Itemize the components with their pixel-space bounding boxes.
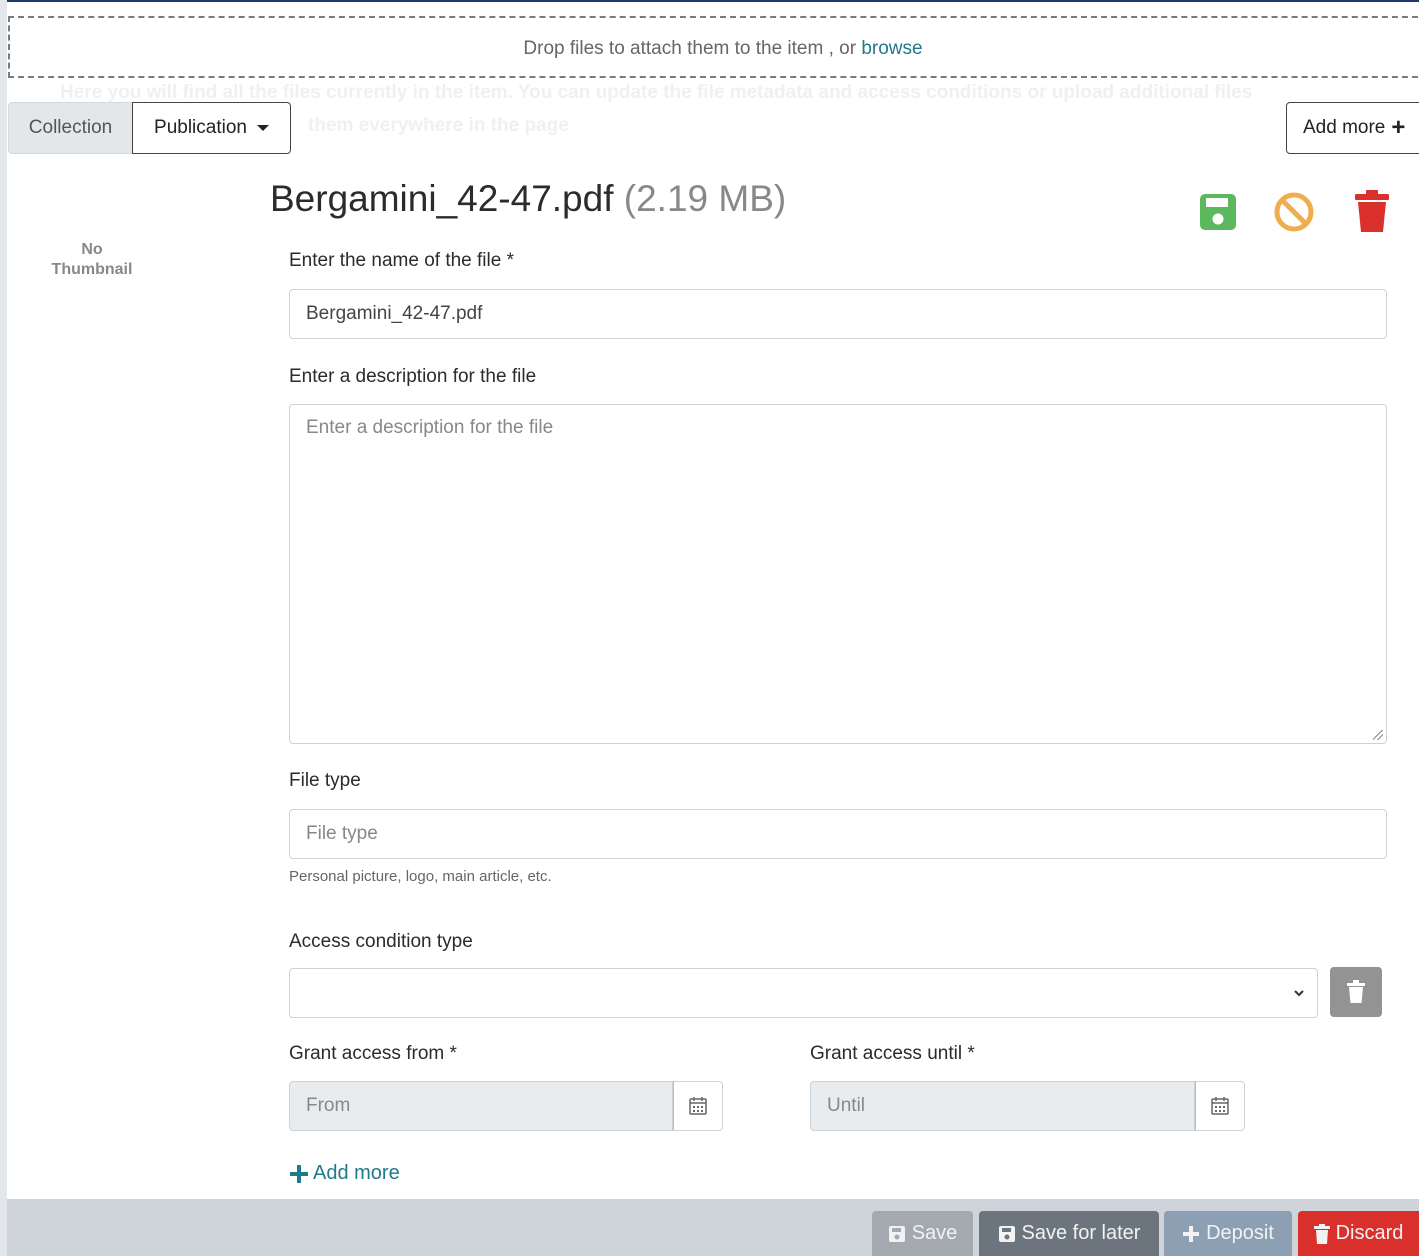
- trash-icon: [1355, 190, 1389, 232]
- add-more-access-link[interactable]: Add more: [289, 1162, 400, 1185]
- add-more-button[interactable]: Add more +: [1286, 102, 1419, 154]
- thumbnail-text-1: No: [81, 241, 103, 258]
- plus-icon: [1183, 1225, 1200, 1242]
- access-condition-select[interactable]: [289, 968, 1318, 1018]
- grant-from-placeholder: From: [306, 1095, 351, 1116]
- floppy-disk-icon: [998, 1225, 1015, 1242]
- deposit-button[interactable]: Deposit: [1164, 1211, 1292, 1256]
- save-for-later-label: Save for later: [1021, 1222, 1141, 1244]
- discard-button-label: Discard: [1335, 1222, 1404, 1244]
- thumbnail-text-2: Thumbnail: [51, 261, 133, 278]
- remove-access-condition-button[interactable]: [1330, 967, 1382, 1017]
- resize-handle[interactable]: [1373, 730, 1383, 740]
- grant-from-input[interactable]: From: [289, 1081, 673, 1131]
- description-textarea[interactable]: Enter a description for the file: [289, 404, 1387, 744]
- file-type-placeholder: File type: [306, 823, 378, 844]
- file-name: Bergamini_42-47.pdf: [270, 178, 614, 219]
- add-more-access-label: Add more: [313, 1162, 400, 1184]
- tab-publication[interactable]: Publication: [132, 102, 291, 154]
- file-size: (2.19 MB): [623, 178, 787, 219]
- plus-icon: +: [1391, 114, 1406, 141]
- trash-icon: [1313, 1223, 1330, 1244]
- add-more-button-label: Add more: [1303, 117, 1386, 138]
- file-type-input[interactable]: File type: [289, 809, 1387, 859]
- calendar-icon: [689, 1097, 707, 1115]
- file-type-hint: Personal picture, logo, main article, et…: [289, 868, 552, 885]
- grant-until-label: Grant access until *: [810, 1043, 975, 1064]
- tab-publication-label: Publication: [154, 117, 247, 138]
- description-label: Enter a description for the file: [289, 366, 537, 387]
- file-type-label: File type: [289, 770, 361, 791]
- file-dropzone[interactable]: Drop files to attach them to the item , …: [8, 16, 1419, 78]
- trash-icon: [1347, 980, 1365, 1003]
- discard-button[interactable]: Discard: [1298, 1211, 1419, 1256]
- floppy-disk-icon: [888, 1225, 905, 1242]
- thumbnail-placeholder: No Thumbnail: [40, 240, 144, 280]
- tab-collection[interactable]: Collection: [8, 102, 132, 154]
- calendar-icon: [1211, 1097, 1229, 1115]
- file-name-input[interactable]: Bergamini_42-47.pdf: [289, 289, 1387, 339]
- top-border: [0, 0, 1419, 2]
- floppy-disk-icon: [1200, 194, 1236, 230]
- description-placeholder: Enter a description for the file: [306, 417, 554, 438]
- file-name-input-value: Bergamini_42-47.pdf: [306, 303, 483, 324]
- grant-from-label: Grant access from *: [289, 1043, 457, 1064]
- grant-until-calendar-button[interactable]: [1195, 1081, 1245, 1131]
- background-help-text-2: them everywhere in the page: [308, 115, 569, 136]
- chevron-down-icon: [1294, 990, 1304, 997]
- ban-icon: [1274, 192, 1314, 232]
- dropzone-text: Drop files to attach them to the item , …: [523, 38, 857, 59]
- file-title: Bergamini_42-47.pdf (2.19 MB): [270, 178, 786, 220]
- deposit-button-label: Deposit: [1206, 1222, 1274, 1244]
- background-help-text: Here you will find all the files current…: [60, 82, 1253, 103]
- plus-icon: [290, 1164, 308, 1183]
- grant-from-calendar-button[interactable]: [673, 1081, 723, 1131]
- save-button-label: Save: [911, 1222, 958, 1244]
- save-button[interactable]: Save: [872, 1211, 973, 1256]
- file-name-label: Enter the name of the file *: [289, 250, 514, 271]
- delete-file-button[interactable]: [1350, 188, 1394, 234]
- caret-down-icon: [256, 125, 269, 131]
- save-for-later-button[interactable]: Save for later: [979, 1211, 1159, 1256]
- access-condition-label: Access condition type: [289, 931, 473, 952]
- save-file-button[interactable]: [1196, 188, 1240, 234]
- browse-link[interactable]: browse: [861, 38, 922, 59]
- grant-until-placeholder: Until: [827, 1095, 866, 1116]
- grant-until-input[interactable]: Until: [810, 1081, 1195, 1131]
- cancel-edit-button[interactable]: [1272, 188, 1316, 234]
- left-edge: [0, 0, 7, 1256]
